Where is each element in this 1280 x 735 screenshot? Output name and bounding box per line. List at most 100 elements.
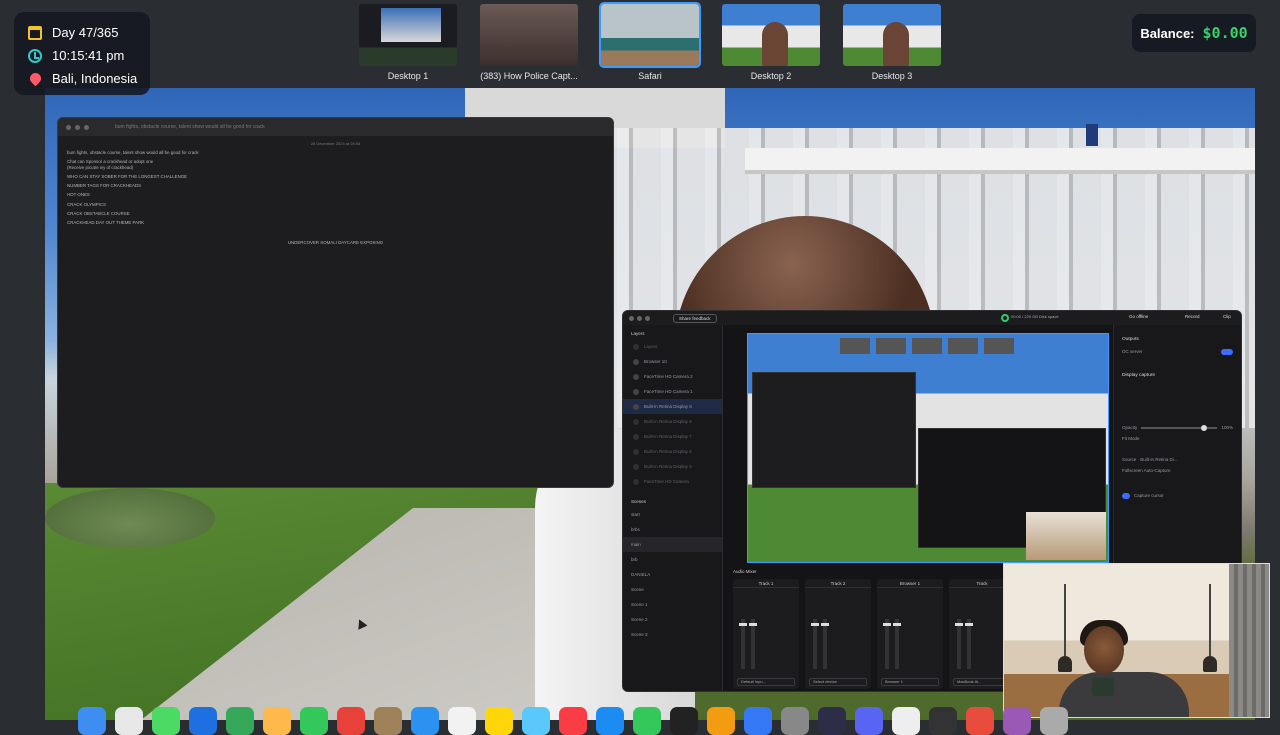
- scene-item[interactable]: Scene 3: [623, 627, 722, 642]
- volume-fader[interactable]: [739, 619, 747, 669]
- layer-item[interactable]: FaceTime HD Camera: [623, 474, 722, 489]
- opacity-slider[interactable]: [1141, 424, 1218, 431]
- launchpad-icon[interactable]: [115, 707, 143, 735]
- opacity-label: Opacity: [1122, 425, 1138, 430]
- capture-cursor-toggle[interactable]: [1122, 492, 1130, 499]
- space-desktop-3[interactable]: Desktop 3: [842, 4, 942, 81]
- contacts-icon[interactable]: [374, 707, 402, 735]
- freeform-icon[interactable]: [522, 707, 550, 735]
- calendar-app-icon[interactable]: [337, 707, 365, 735]
- layer-visibility-icon[interactable]: [633, 403, 639, 410]
- opacity-row[interactable]: Opacity 100%: [1122, 422, 1233, 433]
- volume-fader[interactable]: [883, 619, 891, 669]
- numbers-icon[interactable]: [633, 707, 661, 735]
- maps-icon[interactable]: [226, 707, 254, 735]
- layer-label: Built-in Retina Display 5: [644, 449, 692, 454]
- notes-window[interactable]: bum fights, obstacle course, talent show…: [57, 117, 614, 488]
- preview-webcam: [1026, 512, 1106, 560]
- scene-item[interactable]: DANIELA: [623, 567, 722, 582]
- track-device-select[interactable]: Browser 1: [881, 678, 939, 686]
- scene-item[interactable]: main: [623, 537, 722, 552]
- curtain: [1229, 564, 1269, 717]
- space-safari[interactable]: Safari: [599, 2, 701, 81]
- fit-mode-row[interactable]: Fit Mode: [1122, 433, 1233, 444]
- track-name: Track 1: [733, 579, 799, 588]
- keynote-icon[interactable]: [744, 707, 772, 735]
- location-text: Bali, Indonesia: [52, 71, 138, 86]
- go-offline-button[interactable]: Go offline: [1129, 314, 1148, 319]
- scene-item[interactable]: brbs: [623, 522, 722, 537]
- share-feedback-button[interactable]: Share feedback: [673, 313, 717, 323]
- trash-icon[interactable]: [1040, 707, 1068, 735]
- scene-item[interactable]: brb: [623, 552, 722, 567]
- notes-titlebar[interactable]: bum fights, obstacle course, talent show…: [58, 118, 613, 136]
- layer-visibility-icon[interactable]: [633, 433, 639, 440]
- youtube-icon[interactable]: [966, 707, 994, 735]
- capture-cursor-row[interactable]: Capture cursor: [1122, 490, 1233, 501]
- minimize-icon[interactable]: [637, 315, 642, 321]
- layer-visibility-icon[interactable]: [633, 418, 639, 425]
- app-store-icon[interactable]: [596, 707, 624, 735]
- settings-icon[interactable]: [781, 707, 809, 735]
- layer-visibility-icon[interactable]: [633, 388, 639, 395]
- zoom-icon[interactable]: [84, 124, 89, 130]
- scene-item[interactable]: Scene: [623, 582, 722, 597]
- layer-item[interactable]: Built-in Retina Display 4: [623, 459, 722, 474]
- layer-item[interactable]: FaceTime HD Camera 1: [623, 384, 722, 399]
- messages-icon[interactable]: [152, 707, 180, 735]
- scene-item[interactable]: start: [623, 507, 722, 522]
- track-device-select[interactable]: Select device: [809, 678, 867, 686]
- stream-preview-canvas[interactable]: [747, 333, 1109, 563]
- close-icon[interactable]: [66, 124, 71, 130]
- source-value[interactable]: Built-in Retina Di...: [1140, 457, 1177, 462]
- fit-mode-label: Fit Mode: [1122, 436, 1140, 441]
- photos-icon[interactable]: [263, 707, 291, 735]
- layer-visibility-icon[interactable]: [633, 448, 639, 455]
- mixer-track: Track 2 Select device: [805, 579, 871, 689]
- terminal-icon[interactable]: [670, 707, 698, 735]
- notes-app-icon[interactable]: [485, 707, 513, 735]
- layer-visibility-icon[interactable]: [633, 478, 639, 485]
- layer-item[interactable]: Built-in Retina Display 8: [623, 399, 722, 414]
- reminders-icon[interactable]: [448, 707, 476, 735]
- layer-item[interactable]: Built-in Retina Display 5: [623, 444, 722, 459]
- clip-button[interactable]: Clip: [1223, 314, 1231, 319]
- discord-icon[interactable]: [855, 707, 883, 735]
- minimize-icon[interactable]: [75, 124, 80, 130]
- source-row[interactable]: Source Built-in Retina Di...: [1122, 454, 1233, 465]
- facetime-icon[interactable]: [300, 707, 328, 735]
- music-icon[interactable]: [559, 707, 587, 735]
- space-youtube-video[interactable]: (383) How Police Capt...: [479, 4, 579, 81]
- layer-item[interactable]: Built-in Retina Display 7: [623, 429, 722, 444]
- volume-fader[interactable]: [955, 619, 963, 669]
- twitch-icon[interactable]: [1003, 707, 1031, 735]
- space-desktop-1[interactable]: Desktop 1: [358, 4, 458, 81]
- layer-item[interactable]: FaceTime HD Camera 2: [623, 369, 722, 384]
- close-icon[interactable]: [629, 315, 634, 321]
- layer-visibility-icon[interactable]: [633, 358, 639, 365]
- layer-item[interactable]: Browser 10: [623, 354, 722, 369]
- layer-item[interactable]: Built-in Retina Display 6: [623, 414, 722, 429]
- layer-visibility-icon[interactable]: [633, 463, 639, 470]
- layer-visibility-icon[interactable]: [633, 343, 639, 350]
- streaming-app-icon[interactable]: [818, 707, 846, 735]
- layer-item[interactable]: Layers: [623, 339, 722, 354]
- output-row[interactable]: OC server: [1122, 346, 1233, 357]
- zoom-icon[interactable]: [645, 315, 650, 321]
- scene-item[interactable]: Scene 2: [623, 612, 722, 627]
- obs-icon[interactable]: [929, 707, 957, 735]
- fullscreen-row[interactable]: Fullscreen Auto-Capture: [1122, 465, 1233, 476]
- scene-item[interactable]: Scene 1: [623, 597, 722, 612]
- space-desktop-2[interactable]: Desktop 2: [721, 4, 821, 81]
- note-body[interactable]: bum fights, obstacle course, talent show…: [58, 146, 613, 226]
- volume-fader[interactable]: [811, 619, 819, 669]
- safari-icon[interactable]: [411, 707, 439, 735]
- pages-icon[interactable]: [707, 707, 735, 735]
- track-device-select[interactable]: Default Inpu...: [737, 678, 795, 686]
- finder-icon[interactable]: [78, 707, 106, 735]
- layer-visibility-icon[interactable]: [633, 373, 639, 380]
- mail-icon[interactable]: [189, 707, 217, 735]
- output-toggle[interactable]: [1221, 348, 1233, 355]
- record-button[interactable]: Record: [1185, 314, 1200, 319]
- chrome-icon[interactable]: [892, 707, 920, 735]
